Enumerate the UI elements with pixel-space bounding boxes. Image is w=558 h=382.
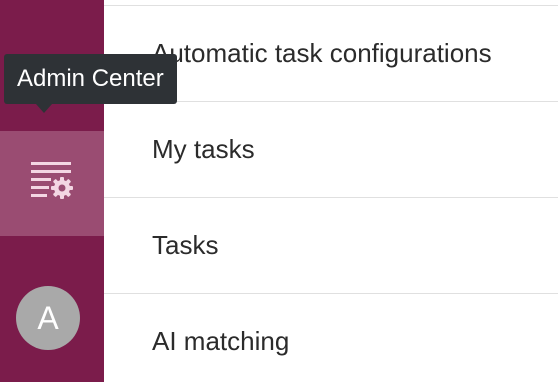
- tooltip-arrow: [36, 104, 52, 113]
- menu-item-ai-matching[interactable]: AI matching: [104, 294, 558, 382]
- menu-item-my-tasks[interactable]: My tasks: [104, 102, 558, 198]
- app-root: A Admin Center Automatic task configurat…: [0, 0, 558, 382]
- avatar-initial: A: [37, 299, 59, 336]
- sidebar-item-admin-center[interactable]: [0, 131, 104, 236]
- menu-item-label: Tasks: [152, 230, 219, 260]
- menu-item-label: Automatic task configurations: [152, 38, 492, 68]
- admin-settings-list-icon: [31, 162, 73, 205]
- tooltip-admin-center: Admin Center: [4, 54, 177, 104]
- menu-item-tasks[interactable]: Tasks: [104, 198, 558, 294]
- menu-item-label: My tasks: [152, 134, 255, 164]
- tooltip-text: Admin Center: [17, 65, 164, 92]
- menu-item-label: AI matching: [152, 326, 290, 356]
- avatar[interactable]: A: [16, 286, 80, 350]
